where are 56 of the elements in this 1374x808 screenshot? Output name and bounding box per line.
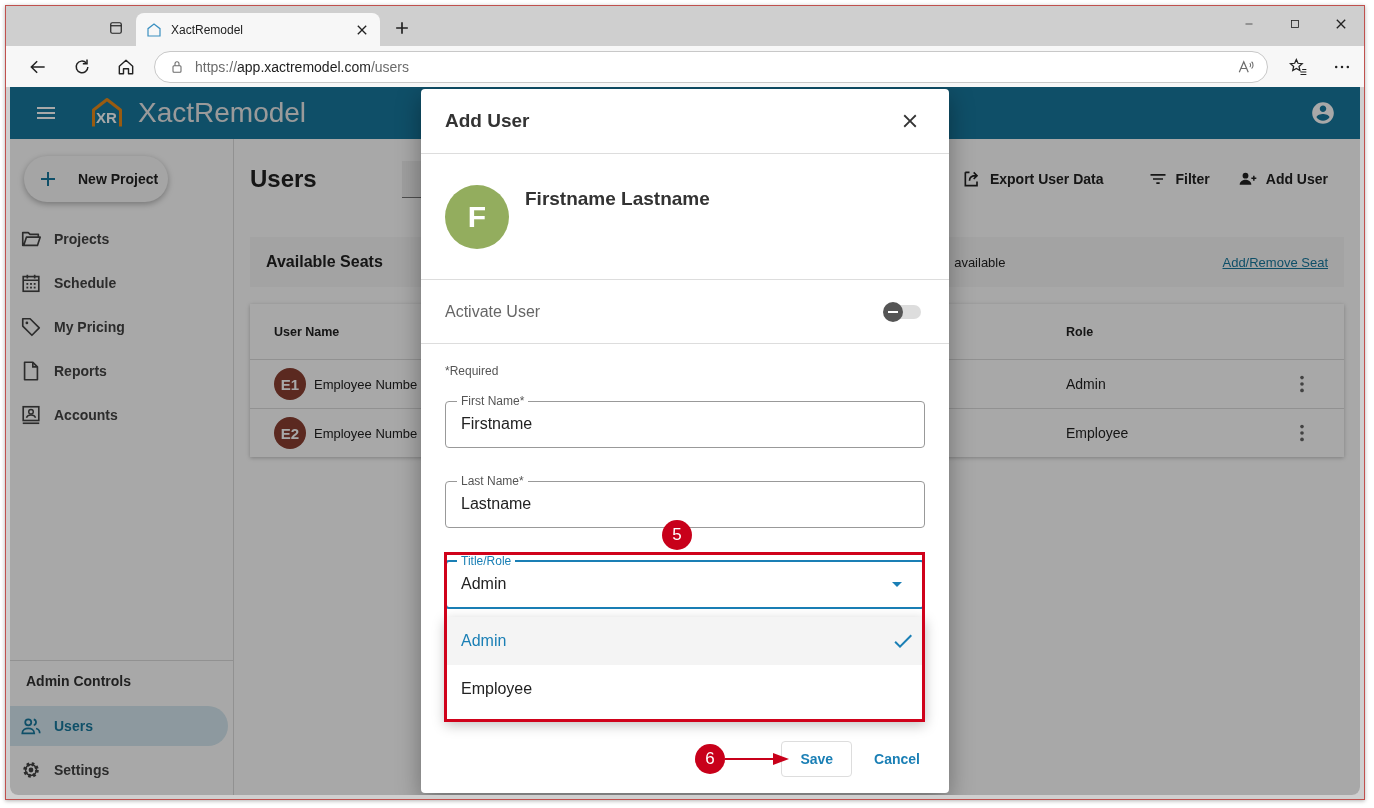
- tab-actions-icon[interactable]: [107, 19, 125, 37]
- save-button[interactable]: Save: [781, 741, 853, 777]
- card-title: Available Seats: [266, 253, 384, 271]
- settings-icon: [20, 759, 42, 781]
- page-title: Users: [250, 165, 318, 193]
- sidebar-item[interactable]: Projects: [10, 217, 233, 261]
- sidebar-item[interactable]: Schedule: [10, 261, 233, 305]
- table-cell-text: Admin: [1066, 376, 1107, 392]
- add-remove-seat-link[interactable]: Add/Remove Seat: [1222, 254, 1328, 270]
- account-icon[interactable]: [1310, 100, 1336, 126]
- sidebar-item[interactable]: Accounts: [10, 393, 233, 437]
- arrow: [725, 753, 789, 765]
- menu-option[interactable]: Employee: [445, 665, 925, 713]
- required-note: *Required: [445, 364, 500, 378]
- menu-option[interactable]: Admin: [445, 617, 925, 665]
- seats-text: available: [954, 254, 1006, 270]
- favorites-icon[interactable]: [1288, 56, 1308, 77]
- logo-mark: XR: [96, 109, 117, 126]
- toolbar-button[interactable]: Add User: [1237, 169, 1328, 189]
- table-cell-text: Employee: [1066, 425, 1130, 441]
- sidebar-item[interactable]: Users: [10, 706, 228, 746]
- dropdown-caret-icon: [892, 581, 902, 587]
- people-icon: [20, 715, 42, 737]
- field-label: First Name*: [460, 394, 526, 408]
- toggle-label: Activate User: [445, 302, 541, 321]
- sidebar-item[interactable]: Reports: [10, 349, 233, 393]
- sidebar-item[interactable]: My Pricing: [10, 305, 233, 349]
- user-full-name: Firstname Lastname: [525, 188, 710, 211]
- contact-card-icon: [20, 404, 42, 426]
- field-label: Title/Role: [460, 554, 513, 568]
- table-cell: Employee Numbe: [314, 376, 418, 392]
- user-avatar: E2: [274, 417, 306, 449]
- app-title: XactRemodel: [138, 97, 307, 129]
- text-field[interactable]: First Name* Firstname: [445, 394, 925, 448]
- user-avatar: F: [445, 185, 509, 249]
- activate-toggle[interactable]: [885, 304, 921, 319]
- column-header: User Name: [274, 324, 341, 339]
- column-header: Role: [1066, 324, 1095, 339]
- lock-icon: [169, 58, 185, 75]
- section-title: Admin Controls: [26, 673, 131, 689]
- table-cell: Employee Numbe: [314, 425, 418, 441]
- url-text: https://app.xactremodel.com/users: [195, 58, 410, 75]
- dialog-title: Add User: [445, 110, 530, 132]
- maximize-icon[interactable]: [1288, 17, 1302, 31]
- toolbar-button[interactable]: Filter: [1147, 169, 1210, 189]
- field-label: Last Name*: [460, 474, 525, 488]
- address-bar[interactable]: https://app.xactremodel.com/users: [154, 50, 1268, 83]
- sidebar-item[interactable]: Settings: [10, 748, 233, 792]
- tag-icon: [20, 316, 42, 338]
- toolbar-button[interactable]: Export User Data: [961, 169, 1104, 189]
- role-select[interactable]: Title/Role Admin: [445, 554, 925, 609]
- new-project-button[interactable]: New Project: [24, 156, 168, 202]
- browser-tab[interactable]: XactRemodel: [136, 13, 380, 46]
- user-avatar: E1: [274, 368, 306, 400]
- house-icon: [146, 21, 162, 38]
- calendar-icon: [20, 272, 42, 294]
